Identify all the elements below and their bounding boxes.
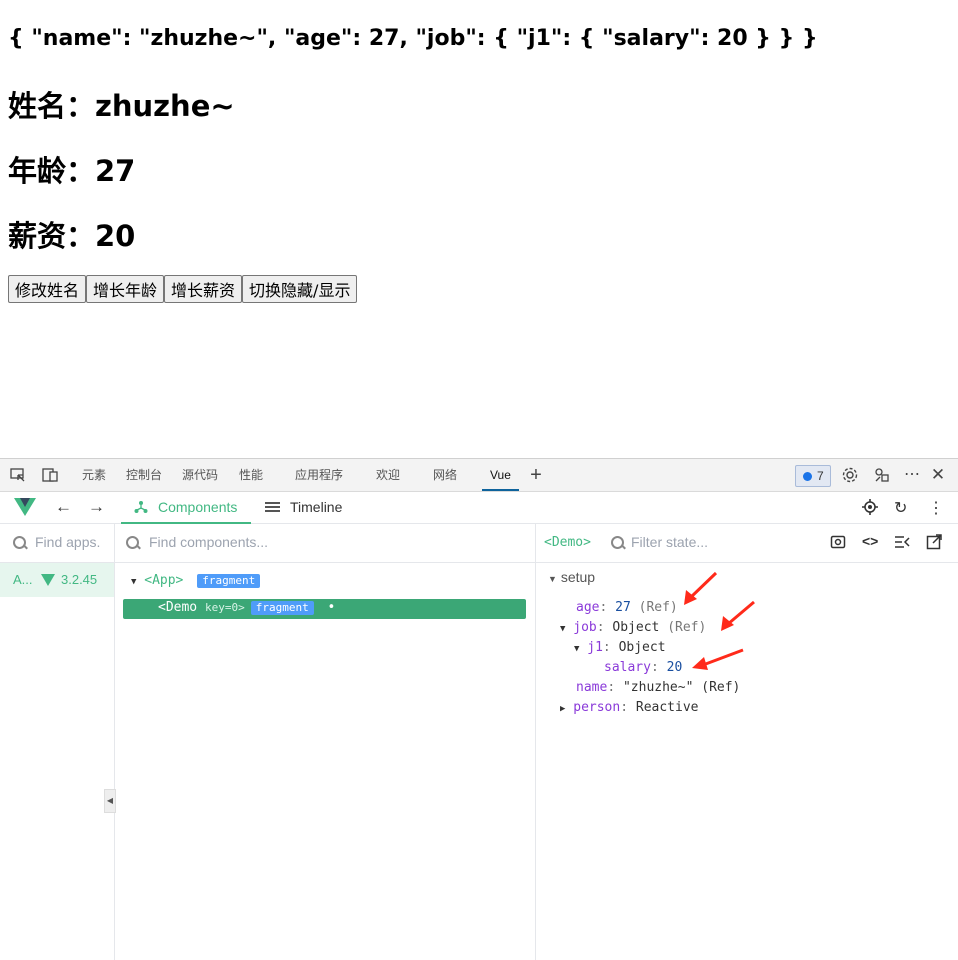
- annotation-arrow: [684, 571, 718, 605]
- annotation-arrow: [721, 600, 755, 631]
- annotation-overlay: [684, 571, 755, 670]
- annotation-arrow: [692, 648, 744, 670]
